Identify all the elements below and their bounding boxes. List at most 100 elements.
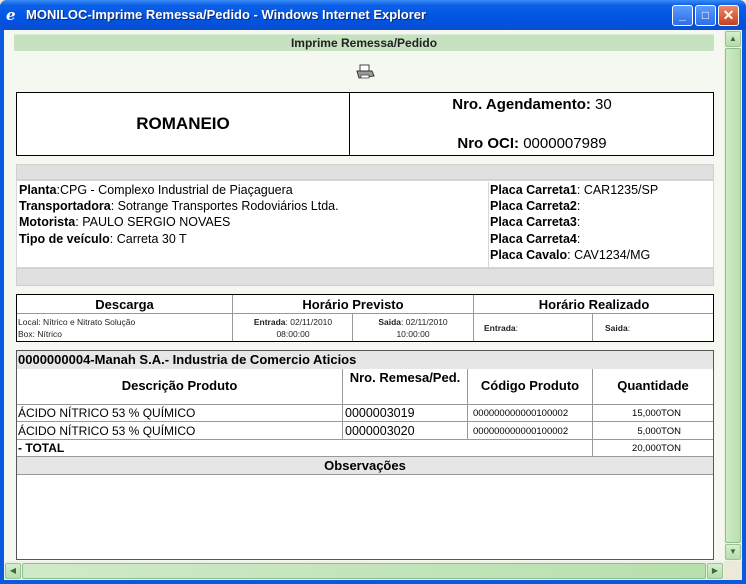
tipo-veiculo-value: : Carreta 30 T <box>109 231 187 246</box>
header-divider <box>17 404 713 405</box>
title-bar[interactable]: e MONILOC-Imprime Remessa/Pedido - Windo… <box>0 0 746 30</box>
observacoes-header: Observações <box>17 456 713 475</box>
realizado-saida-value: : <box>627 323 631 333</box>
box-line: Box: Nítrico <box>18 328 62 340</box>
agendamento-label: Nro. Agendamento: <box>452 96 591 113</box>
scroll-up-button[interactable]: ▲ <box>725 31 741 47</box>
vertical-scroll-thumb[interactable] <box>725 48 741 543</box>
scrollbar-corner <box>724 561 742 580</box>
scroll-right-button[interactable]: ▶ <box>707 563 723 579</box>
carreta3-label: Placa Carreta3 <box>490 215 577 230</box>
page-title: Imprime Remessa/Pedido <box>290 36 438 50</box>
close-button[interactable]: ✕ <box>718 5 739 26</box>
local-value: : Nítrico e Nitrato Solução <box>38 317 136 327</box>
minimize-button[interactable]: _ <box>672 5 693 26</box>
carreta4-value: : <box>576 231 581 246</box>
planta-value: :CPG - Complexo Industrial de Piaçaguera <box>56 183 293 197</box>
saida-label: Saida <box>378 317 402 327</box>
scroll-left-button[interactable]: ◀ <box>5 563 21 579</box>
planta-label: Planta <box>19 183 57 197</box>
carreta4-label: Placa Carreta4 <box>490 231 577 246</box>
row-2-remessa: 0000003020 <box>345 424 415 438</box>
saida-time: 10:00:00 <box>396 329 430 339</box>
horizontal-scrollbar[interactable]: ◀ ▶ <box>4 561 724 580</box>
printer-icon[interactable] <box>355 64 375 80</box>
minimize-icon: _ <box>679 8 686 22</box>
page-viewport: Imprime Remessa/Pedido ROMANEIO Nro. Age… <box>4 30 742 580</box>
window-title: MONILOC-Imprime Remessa/Pedido - Windows… <box>26 7 427 22</box>
page-content: Imprime Remessa/Pedido ROMANEIO Nro. Age… <box>4 30 724 561</box>
descarga-header: Descarga <box>95 297 154 312</box>
agendamento-line: Nro. Agendamento: 30 <box>351 96 713 113</box>
schedule-box: Descarga Horário Previsto Horário Realiz… <box>16 294 714 342</box>
romaneio-title: ROMANEIO <box>17 93 350 155</box>
carreta3-value: : <box>576 215 581 230</box>
row-1-quantidade: 15,000TON <box>632 408 681 419</box>
transport-right: Placa Carreta1: CAR1235/SP Placa Carreta… <box>488 182 658 268</box>
realizado-saida-label: Saida <box>605 323 628 333</box>
cavalo-value: : CAV1234/MG <box>567 247 651 262</box>
maximize-icon: □ <box>701 8 710 22</box>
row-2-descricao: ÁCIDO NÍTRICO 53 % QUÍMICO <box>18 424 196 438</box>
entrada-time: 08:00:00 <box>276 329 310 339</box>
horario-realizado-header: Horário Realizado <box>538 297 650 312</box>
horario-previsto-header: Horário Previsto <box>302 297 404 312</box>
romaneio-box: ROMANEIO Nro. Agendamento: 30 Nro OCI: 0… <box>16 92 714 156</box>
motorista-value: : PAULO SERGIO NOVAES <box>75 215 231 230</box>
entrada-label: Entrada <box>253 317 286 327</box>
local-line: Local: Nítrico e Nitrato Solução <box>18 316 135 328</box>
maximize-button[interactable]: □ <box>695 5 716 26</box>
scroll-down-button[interactable]: ▼ <box>725 544 741 560</box>
saida-previsto: Saida: 02/11/2010 10:00:00 <box>353 316 473 340</box>
carreta1-value: : CAR1235/SP <box>576 183 659 197</box>
vertical-scrollbar[interactable]: ▲ ▼ <box>724 30 742 561</box>
info-top-strip <box>16 164 714 180</box>
close-icon: ✕ <box>722 7 735 23</box>
page-header: Imprime Remessa/Pedido <box>14 34 714 51</box>
col-descricao: Descrição Produto <box>121 378 238 393</box>
carreta2-label: Placa Carreta2 <box>490 199 577 214</box>
box-value: : Nítrico <box>32 329 62 339</box>
transport-left: Planta:CPG - Complexo Industrial de Piaç… <box>19 182 339 247</box>
realizado-entrada-label: Entrada <box>484 323 516 333</box>
carreta2-value: : <box>576 199 581 214</box>
orders-vline-2 <box>467 369 468 439</box>
total-value: 20,000TON <box>632 443 681 454</box>
oci-label: Nro OCI: <box>457 135 520 152</box>
cavalo-label: Placa Cavalo <box>490 247 568 262</box>
orders-table: 0000000004-Manah S.A.- Industria de Come… <box>16 350 714 560</box>
schedule-divider <box>17 313 713 314</box>
row-2-quantidade: 5,000TON <box>637 426 681 437</box>
schedule-vline-4 <box>592 314 593 341</box>
transport-info: Planta:CPG - Complexo Industrial de Piaç… <box>16 180 714 268</box>
col-remessa: Nro. Remesa/Ped. <box>349 370 461 385</box>
horizontal-scroll-thumb[interactable] <box>22 563 706 579</box>
entrada-date: : 02/11/2010 <box>285 317 333 327</box>
total-label: - TOTAL <box>18 441 65 455</box>
col-quantidade: Quantidade <box>617 378 689 393</box>
local-label: Local <box>18 317 39 327</box>
browser-window: e MONILOC-Imprime Remessa/Pedido - Windo… <box>0 0 746 584</box>
row-divider-2 <box>17 439 713 440</box>
schedule-vline-2 <box>473 295 474 341</box>
oci-value: 0000007989 <box>523 135 607 152</box>
row-1-remessa: 0000003019 <box>345 406 415 420</box>
agendamento-value: 30 <box>595 96 612 113</box>
saida-realizado: Saida: <box>605 322 630 334</box>
col-codigo: Código Produto <box>480 378 580 393</box>
row-divider-1 <box>17 421 713 422</box>
row-1-descricao: ÁCIDO NÍTRICO 53 % QUÍMICO <box>18 406 196 420</box>
row-2-codigo: 000000000000100002 <box>473 426 569 437</box>
tipo-veiculo-label: Tipo de veículo <box>19 231 110 246</box>
company-name: 0000000004-Manah S.A.- Industria de Come… <box>17 351 713 369</box>
oci-line: Nro OCI: 0000007989 <box>351 135 713 152</box>
saida-date: : 02/11/2010 <box>401 317 448 327</box>
entrada-previsto: Entrada: 02/11/2010 08:00:00 <box>233 316 353 340</box>
box-label: Box <box>18 329 33 339</box>
carreta1-label: Placa Carreta1 <box>490 183 577 197</box>
transportadora-label: Transportadora <box>19 199 111 214</box>
motorista-label: Motorista <box>19 215 76 230</box>
row-1-codigo: 000000000000100002 <box>473 408 569 419</box>
orders-vline-1 <box>342 369 343 439</box>
realizado-entrada-value: : <box>515 323 519 333</box>
